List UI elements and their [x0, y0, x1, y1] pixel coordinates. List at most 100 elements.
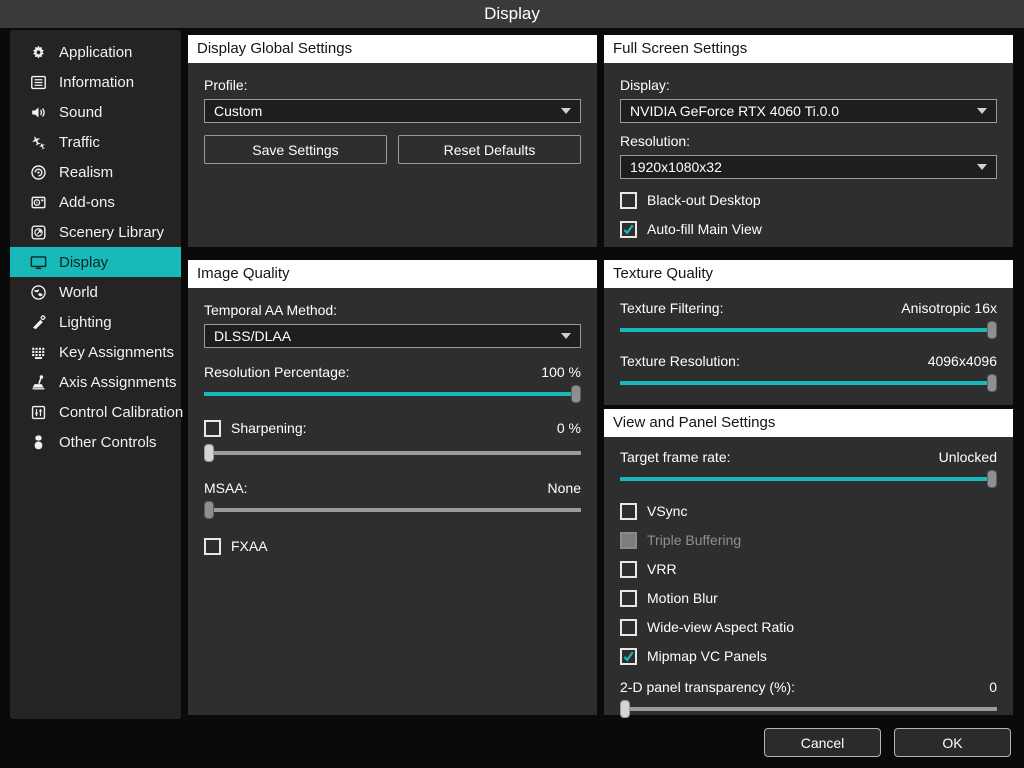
sharpening-checkbox[interactable]: [204, 419, 221, 437]
sidebar-item-key-assignments[interactable]: Key Assignments: [10, 337, 181, 367]
chevron-down-icon: [977, 164, 987, 170]
slider-track: [620, 707, 997, 711]
vrr-checkbox[interactable]: [620, 560, 637, 578]
sidebar-item-traffic[interactable]: Traffic: [10, 127, 181, 157]
resolution-percentage-value: 100 %: [541, 364, 581, 380]
information-icon: [31, 75, 46, 89]
slider-track: [620, 381, 997, 385]
sharpening-slider[interactable]: [204, 444, 581, 462]
world-icon: [31, 284, 46, 300]
sidebar-item-label: Axis Assignments: [59, 373, 177, 391]
slider-handle[interactable]: [987, 470, 997, 488]
profile-label: Profile:: [204, 77, 248, 93]
target-frame-rate-slider[interactable]: [620, 470, 997, 488]
reset-defaults-button[interactable]: Reset Defaults: [398, 135, 581, 164]
panel-transparency-value: 0: [989, 679, 997, 695]
vsync-checkbox[interactable]: [620, 502, 637, 520]
sidebar-item-sound[interactable]: Sound: [10, 97, 181, 127]
temporal-aa-dropdown[interactable]: DLSS/DLAA: [204, 324, 581, 348]
sidebar-item-control-calibration[interactable]: Control Calibration: [10, 397, 183, 427]
slider-handle[interactable]: [204, 501, 214, 519]
slider-track: [620, 328, 997, 332]
profile-dropdown[interactable]: Custom: [204, 99, 581, 123]
texture-filtering-slider[interactable]: [620, 321, 997, 339]
sidebar-item-realism[interactable]: Realism: [10, 157, 181, 187]
checkmark-icon: [623, 224, 634, 234]
sharpening-value: 0 %: [556, 420, 581, 436]
temporal-aa-dropdown-value: DLSS/DLAA: [214, 328, 292, 344]
lighting-icon: [32, 314, 46, 329]
sidebar-item-label: Information: [59, 73, 135, 91]
sidebar-item-addons[interactable]: Add-ons: [10, 187, 181, 217]
sidebar-item-application[interactable]: Application: [10, 37, 181, 67]
texture-filtering-label: Texture Filtering:: [620, 300, 724, 316]
texture-filtering-value: Anisotropic 16x: [901, 300, 997, 316]
sidebar-item-information[interactable]: Information: [10, 67, 181, 97]
triple-buffering-checkbox: [620, 531, 637, 549]
cancel-button[interactable]: Cancel: [764, 728, 881, 757]
panel-title: Display Global Settings: [188, 35, 597, 63]
chevron-down-icon: [561, 108, 571, 114]
image-quality-panel: Image Quality Temporal AA Method: DLSS/D…: [188, 260, 597, 715]
chevron-down-icon: [561, 333, 571, 339]
sidebar-item-label: World: [59, 283, 98, 301]
slider-handle[interactable]: [987, 321, 997, 339]
sidebar-item-scenery-library[interactable]: Scenery Library: [10, 217, 181, 247]
target-frame-rate-label: Target frame rate:: [620, 449, 731, 465]
vrr-label: VRR: [647, 561, 677, 577]
display-icon: [30, 255, 47, 269]
panel-title: Image Quality: [188, 260, 597, 288]
sidebar-item-label: Add-ons: [59, 193, 115, 211]
sidebar-item-display[interactable]: Display: [10, 247, 181, 277]
sharpening-label: Sharpening:: [231, 420, 307, 436]
display-global-settings-panel: Display Global Settings Profile: Custom …: [188, 35, 597, 247]
sidebar-item-world[interactable]: World: [10, 277, 181, 307]
texture-quality-panel: Texture Quality Texture Filtering: Aniso…: [604, 260, 1013, 405]
triple-buffering-label: Triple Buffering: [647, 532, 742, 548]
slider-track: [204, 392, 581, 396]
view-and-panel-settings-panel: View and Panel Settings Target frame rat…: [604, 409, 1013, 718]
resolution-dropdown[interactable]: 1920x1080x32: [620, 155, 997, 179]
sidebar-item-label: Realism: [59, 163, 114, 181]
chevron-down-icon: [977, 108, 987, 114]
blackout-desktop-checkbox[interactable]: [620, 191, 637, 209]
panel-title: View and Panel Settings: [604, 409, 1013, 437]
save-settings-button[interactable]: Save Settings: [204, 135, 387, 164]
resolution-label: Resolution:: [620, 133, 691, 149]
texture-resolution-value: 4096x4096: [927, 353, 997, 369]
sidebar-item-axis-assignments[interactable]: Axis Assignments: [10, 367, 181, 397]
blackout-desktop-label: Black-out Desktop: [647, 192, 761, 208]
fxaa-checkbox[interactable]: [204, 537, 221, 555]
resolution-percentage-slider[interactable]: [204, 385, 581, 403]
motion-blur-checkbox[interactable]: [620, 589, 637, 607]
msaa-value: None: [547, 480, 581, 496]
slider-handle[interactable]: [571, 385, 581, 403]
temporal-aa-label: Temporal AA Method:: [204, 302, 338, 318]
slider-handle[interactable]: [204, 444, 214, 462]
fxaa-label: FXAA: [231, 538, 268, 554]
panel-transparency-slider[interactable]: [620, 700, 997, 718]
mipmap-vc-panels-checkbox[interactable]: [620, 647, 637, 665]
sidebar-item-label: Lighting: [59, 313, 112, 331]
sound-icon: [32, 107, 45, 117]
scenery-library-icon: [31, 224, 46, 240]
profile-dropdown-value: Custom: [214, 103, 263, 119]
sidebar-item-other-controls[interactable]: Other Controls: [10, 427, 181, 457]
page-title: Display: [484, 4, 540, 23]
slider-handle[interactable]: [987, 374, 997, 392]
msaa-slider[interactable]: [204, 501, 581, 519]
slider-track: [620, 477, 997, 481]
texture-resolution-slider[interactable]: [620, 374, 997, 392]
sidebar-item-label: Scenery Library: [59, 223, 165, 241]
panel-title: Texture Quality: [604, 260, 1013, 288]
autofill-main-view-checkbox[interactable]: [620, 220, 637, 238]
display-device-dropdown[interactable]: NVIDIA GeForce RTX 4060 Ti.0.0: [620, 99, 997, 123]
mipmap-vc-panels-label: Mipmap VC Panels: [647, 648, 767, 664]
display-device-dropdown-value: NVIDIA GeForce RTX 4060 Ti.0.0: [630, 103, 840, 119]
sidebar-item-lighting[interactable]: Lighting: [10, 307, 181, 337]
sidebar-item-label: Traffic: [59, 133, 100, 151]
slider-handle[interactable]: [620, 700, 630, 718]
ok-button[interactable]: OK: [894, 728, 1011, 757]
control-calibration-icon: [31, 405, 46, 419]
wide-view-aspect-ratio-checkbox[interactable]: [620, 618, 637, 636]
